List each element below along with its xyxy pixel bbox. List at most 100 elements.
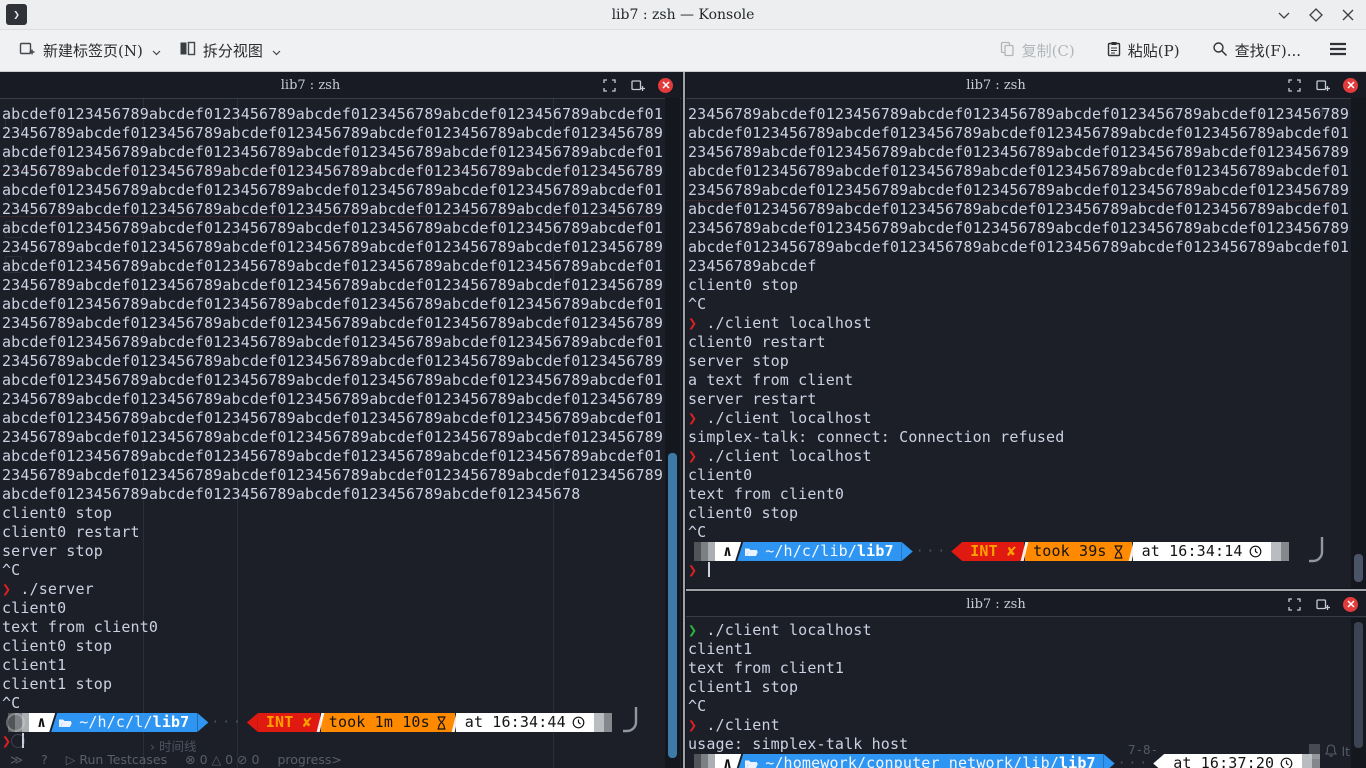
split-view-button[interactable]: 拆分视图 — [170, 35, 290, 66]
timestamp-segment: at 16:37:20 — [1164, 754, 1302, 768]
close-pane-button[interactable] — [658, 78, 673, 93]
pane-titlebar[interactable]: lib7 : zsh — [0, 72, 681, 99]
close-pane-button[interactable] — [1343, 78, 1358, 93]
terminal-right-top[interactable]: 23456789abcdef0123456789abcdef0123456789… — [686, 99, 1366, 580]
hamburger-menu-icon — [1329, 42, 1347, 60]
powerline-arrow-segment: ∧ — [29, 713, 55, 732]
scrollbar-track[interactable] — [665, 98, 680, 768]
new-tab-toolbar-button[interactable]: 新建标签页(N) — [10, 35, 170, 66]
scrollbar-thumb[interactable] — [1354, 622, 1363, 748]
maximize-pane-button[interactable] — [1287, 78, 1302, 93]
terminal-command-line: ❯ ./server — [2, 580, 681, 599]
terminal-output-line: client0 stop — [688, 504, 1366, 523]
powerline-arrow-tip — [1153, 754, 1164, 768]
terminal-output-line: text from client0 — [688, 485, 1366, 504]
powerline-path-segment: ~/homework/conputer_network/lib/lib7 — [737, 754, 1104, 768]
terminal-output-line: 23456789abcdef0123456789abcdef0123456789… — [2, 390, 681, 409]
terminal-pane-left: lib7 : zsh abcdef0123456789abcdef01234567… — [0, 72, 681, 768]
terminal-output-line: abcdef0123456789abcdef0123456789abcdef01… — [2, 181, 681, 200]
new-tab-button[interactable] — [630, 78, 645, 93]
hourglass-icon — [436, 716, 447, 730]
powerline-segment — [1281, 542, 1289, 561]
copy-icon — [1000, 41, 1015, 61]
powerline-arrow-segment: ∧ — [715, 754, 741, 768]
terminal-output-line: client1 stop — [688, 678, 1366, 697]
terminal-output-line: abcdef0123456789abcdef0123456789abcdef01… — [2, 333, 681, 352]
paste-button[interactable]: 粘贴(P) — [1098, 35, 1189, 66]
copy-button[interactable]: 复制(C) — [991, 35, 1084, 66]
pane-actions — [1287, 72, 1358, 98]
terminal-output-line: ^C — [2, 561, 681, 580]
new-tab-button[interactable] — [1315, 597, 1330, 612]
powerline-segment — [22, 713, 29, 732]
terminal-prompt-line: ❯ — [2, 732, 681, 751]
prompt-dots: ··· — [1115, 754, 1153, 768]
terminal-output-line: abcdef0123456789abcdef0123456789abcdef01… — [2, 257, 681, 276]
close-button[interactable] — [1340, 7, 1356, 23]
terminal-command-line: ❯ ./client localhost — [688, 447, 1366, 466]
powerline-segment — [694, 542, 701, 561]
terminal-output-line: client1 — [688, 640, 1366, 659]
terminal-output-line: 23456789abcdef0123456789abcdef0123456789… — [2, 314, 681, 333]
close-pane-button[interactable] — [1343, 597, 1358, 612]
scrollbar-thumb[interactable] — [1354, 554, 1363, 582]
terminal-output-line: 23456789abcdef0123456789abcdef0123456789… — [688, 181, 1366, 200]
prompt-arrow: ❯ — [688, 561, 697, 579]
new-tab-button[interactable] — [1315, 78, 1330, 93]
powerline-arrow-segment: ∧ — [715, 542, 741, 561]
prompt-arrow: ❯ — [2, 732, 11, 750]
powerline-segment — [594, 713, 604, 732]
terminal-output-line: simplex-talk: connect: Connection refuse… — [688, 428, 1366, 447]
scrollbar-thumb[interactable] — [668, 453, 677, 758]
terminal-output-line: client0 — [688, 466, 1366, 485]
split-view-icon — [179, 41, 196, 60]
prompt-arrow: ❯ — [688, 447, 697, 465]
paste-icon — [1107, 41, 1121, 61]
terminal-output-line: 23456789abcdef0123456789abcdef0123456789… — [2, 200, 681, 219]
terminal-output-line: 23456789abcdef0123456789abcdef0123456789… — [2, 428, 681, 447]
scrollbar-track[interactable] — [1351, 618, 1366, 768]
terminal-output-line: abcdef0123456789abcdef0123456789abcdef01… — [2, 409, 681, 428]
powerline-prompt: ∧ ~/homework/conputer_network/lib/lib7 ···… — [694, 754, 1366, 768]
duration-segment: took 39s — [1025, 542, 1131, 561]
prompt-arrow: ❯ — [688, 716, 697, 734]
pane-titlebar[interactable]: lib7 : zsh — [686, 592, 1366, 617]
terminal-pane-right-bottom: lib7 : zsh ❯ ./client localhostclient1tex… — [686, 592, 1366, 768]
konsole-window: ❯ lib7 : zsh — Konsole 新建标签页(N) — [0, 0, 1366, 768]
exit-status-segment: INT ✘ — [258, 713, 320, 732]
ghost-statusbar: ≫?▷ Run Testcases⊗ 0 △ 0 ⊘ 0progress> — [0, 750, 681, 768]
hamburger-menu-button[interactable] — [1320, 37, 1356, 65]
terminal-output-line: ^C — [688, 523, 1366, 542]
window-titlebar[interactable]: ❯ lib7 : zsh — Konsole — [0, 0, 1366, 30]
terminal-output-line: 23456789abcdef0123456789abcdef0123456789… — [2, 124, 681, 143]
powerline-segment — [1271, 542, 1281, 561]
powerline-prompt: ∧~/h/c/lib/lib7···INT ✘took 39sat 16:34:… — [694, 542, 1366, 561]
maximize-pane-button[interactable] — [1287, 597, 1302, 612]
folder-open-icon — [744, 758, 759, 768]
terminal-output-line: abcdef0123456789abcdef0123456789abcdef01… — [688, 238, 1366, 257]
terminal-output-line: server stop — [2, 542, 681, 561]
find-button[interactable]: 查找(F)... — [1203, 35, 1310, 66]
current-path: ~/h/c/lib/lib7 — [765, 542, 894, 561]
maximize-pane-button[interactable] — [602, 78, 617, 93]
copy-label: 复制(C) — [1022, 40, 1075, 61]
terminal-command-line: ❯ ./client localhost — [688, 621, 1366, 640]
terminal-output-line: 23456789abcdef0123456789abcdef0123456789… — [688, 105, 1366, 124]
pane-title: lib7 : zsh — [281, 78, 340, 93]
text-cursor — [708, 562, 710, 577]
pane-titlebar[interactable]: lib7 : zsh — [686, 72, 1366, 99]
terminal-left[interactable]: abcdef0123456789abcdef0123456789abcdef01… — [0, 99, 681, 751]
terminal-output-line: 23456789abcdef0123456789abcdef0123456789… — [2, 466, 681, 485]
terminal-output-line: abcdef0123456789abcdef0123456789abcdef01… — [688, 162, 1366, 181]
terminal-right-bottom[interactable]: ❯ ./client localhostclient1text from cli… — [686, 617, 1366, 768]
current-path: ~/homework/conputer_network/lib/lib7 — [765, 754, 1096, 768]
scrollbar-track[interactable] — [1351, 98, 1366, 588]
minimize-button[interactable] — [1276, 7, 1292, 23]
chevron-down-icon — [152, 42, 161, 60]
terminal-output-line: abcdef0123456789abcdef0123456789abcdef01… — [2, 371, 681, 390]
terminal-output-line: client1 — [2, 656, 681, 675]
maximize-button[interactable] — [1308, 7, 1324, 23]
prompt-dots: ··· — [913, 542, 951, 561]
pane-title: lib7 : zsh — [966, 597, 1025, 612]
powerline-path-segment: ~/h/c/lib/lib7 — [737, 542, 902, 561]
